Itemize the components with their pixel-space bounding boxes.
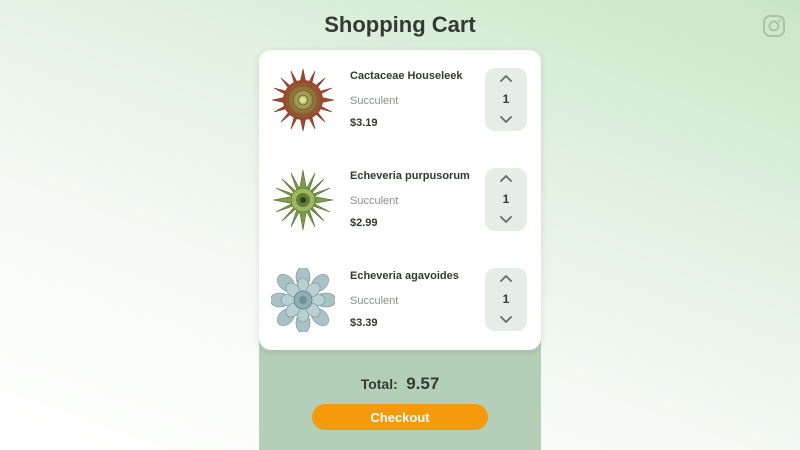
cart-item-echeveria-agavoides: Echeveria agavoides Succulent $3.39 1: [259, 250, 541, 350]
chevron-up-icon[interactable]: [496, 272, 516, 286]
item-category: Succulent: [350, 295, 399, 307]
item-price: $2.99: [350, 217, 378, 229]
item-name: Cactaceae Houseleek: [350, 70, 463, 82]
cart-item-cactaceae-houseleek: Cactaceae Houseleek Succulent $3.19 1: [259, 50, 541, 150]
item-price: $3.19: [350, 117, 378, 129]
chevron-down-icon[interactable]: [496, 312, 516, 326]
succulent-image: [272, 169, 334, 231]
item-category: Succulent: [350, 95, 399, 107]
cart-item-echeveria-purpusorum: Echeveria purpusorum Succulent $2.99 1: [259, 150, 541, 250]
total-label: Total:: [360, 376, 398, 392]
item-name: Echeveria agavoides: [350, 270, 459, 282]
chevron-down-icon[interactable]: [496, 112, 516, 126]
item-name: Echeveria purpusorum: [350, 170, 470, 182]
checkout-button[interactable]: Checkout: [312, 404, 488, 430]
succulent-image: [271, 68, 335, 132]
total-row: Total: 9.57: [259, 372, 541, 397]
quantity-value: 1: [502, 192, 510, 206]
quantity-value: 1: [502, 92, 510, 106]
quantity-stepper: 1: [485, 168, 527, 231]
instagram-icon[interactable]: [762, 14, 786, 38]
cart-items-card: Cactaceae Houseleek Succulent $3.19 1 Ec…: [259, 50, 541, 350]
chevron-down-icon[interactable]: [496, 212, 516, 226]
succulent-image: [271, 268, 335, 332]
chevron-up-icon[interactable]: [496, 172, 516, 186]
item-category: Succulent: [350, 195, 399, 207]
chevron-up-icon[interactable]: [496, 72, 516, 86]
quantity-value: 1: [502, 292, 510, 306]
quantity-stepper: 1: [485, 268, 527, 331]
item-price: $3.39: [350, 317, 378, 329]
page-title: Shopping Cart: [324, 12, 476, 37]
quantity-stepper: 1: [485, 68, 527, 131]
total-value: 9.57: [406, 374, 440, 393]
